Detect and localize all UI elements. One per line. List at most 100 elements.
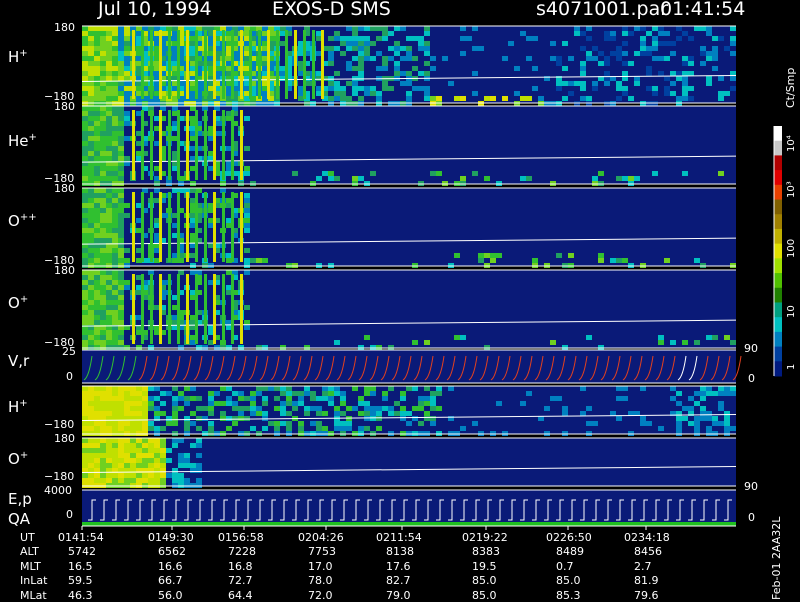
spectrogram-cell [118, 41, 124, 46]
spectrogram-cell [334, 81, 340, 86]
spectrogram-cell [100, 443, 106, 448]
panel-label-vr: V,r [8, 352, 30, 370]
spectrogram-cell [580, 386, 586, 391]
panel-label-h-plus-2: H+ [8, 398, 28, 416]
spectrogram-cell [448, 81, 454, 86]
y-tick: 180 [54, 432, 75, 445]
table-cell: 2.7 [634, 560, 652, 573]
spectrogram-cell [118, 438, 124, 443]
table-cell: 59.5 [68, 574, 93, 587]
spectrogram-cell [82, 193, 88, 198]
spectrogram-cell [610, 31, 616, 36]
spectrogram-cell [94, 46, 100, 51]
panel-label-h-plus: H+ [8, 48, 28, 66]
spectrogram-cell [100, 46, 106, 51]
spectrogram-cell [406, 71, 412, 76]
spectrogram-cell [706, 391, 712, 396]
spectrogram-cell [94, 396, 100, 401]
spectrogram-cell [118, 203, 124, 208]
spectrogram-cell [142, 411, 148, 416]
spectrogram-cell [124, 280, 130, 285]
spectrogram-cell [124, 26, 130, 31]
spectrogram-cell [484, 176, 490, 181]
spectrogram-cell [88, 401, 94, 406]
spectrogram-cell [430, 96, 436, 101]
spectrogram-cell [460, 335, 466, 340]
spectrogram-cell [226, 386, 232, 391]
spectrogram-cell [88, 295, 94, 300]
spectrogram-cell [142, 438, 148, 443]
spectrogram-cell [100, 136, 106, 141]
spectrogram-cell [430, 396, 436, 401]
spectrogram-cell [712, 391, 718, 396]
spectrogram-cell [526, 56, 532, 61]
spectrogram-cell [604, 31, 610, 36]
spectrogram-cell [136, 386, 142, 391]
colorbar-tick: 1 [786, 363, 797, 370]
spectrogram-cell [376, 91, 382, 96]
spectrogram-cell [658, 31, 664, 36]
spectrogram-cell [334, 176, 340, 181]
spectrogram-cell [100, 218, 106, 223]
spectrogram-cell [100, 233, 106, 238]
spectrogram-cell [250, 396, 256, 401]
spectrogram-cell [88, 76, 94, 81]
spectrogram-cell [136, 448, 142, 453]
spectrogram-cell [706, 31, 712, 36]
spectrogram-cell [124, 285, 130, 290]
spectrogram-cell [682, 71, 688, 76]
spectrogram-cell [124, 36, 130, 41]
spectrogram-cell [118, 76, 124, 81]
spectrogram-cell [676, 421, 682, 426]
spectrogram-cell [136, 458, 142, 463]
spectrogram-cell [118, 285, 124, 290]
spectrogram-cell [100, 295, 106, 300]
spectrogram-cell [100, 478, 106, 483]
spectrogram-cell [106, 71, 112, 76]
spectrogram-cell [106, 131, 112, 136]
spectrogram-cell [340, 396, 346, 401]
spectrogram-cell [400, 411, 406, 416]
spectrogram-cell [640, 41, 646, 46]
spin-stripe [141, 274, 144, 344]
spectrogram-cell [118, 458, 124, 463]
spin-stripe [213, 30, 216, 99]
spectrogram-cell [136, 478, 142, 483]
spectrogram-cell [568, 81, 574, 86]
spectrogram-cell [292, 401, 298, 406]
spectrogram-cell [658, 26, 664, 31]
table-cell: 82.7 [386, 574, 411, 587]
colorbar-segment [774, 273, 782, 289]
panel-label-ep: E,p [8, 490, 32, 508]
spectrogram-cell [730, 340, 736, 345]
spectrogram-cell [82, 340, 88, 345]
spectrogram-cell [382, 36, 388, 41]
spectrogram-cell [124, 448, 130, 453]
spectrogram-cell [82, 176, 88, 181]
spectrogram-cell [124, 396, 130, 401]
spectrogram-cell [394, 61, 400, 66]
spectrogram-cell [418, 406, 424, 411]
spin-stripe [159, 30, 162, 99]
spectrogram-cell [94, 248, 100, 253]
spectrogram-cell [154, 438, 160, 443]
spectrogram-cell [700, 61, 706, 66]
spectrogram-cell [694, 340, 700, 345]
spectrogram-cell [160, 401, 166, 406]
spectrogram-cell [700, 26, 706, 31]
spectrogram-cell [166, 421, 172, 426]
spectrogram-cell [394, 401, 400, 406]
spectrogram-cell [424, 96, 430, 101]
spectrogram-cell [700, 406, 706, 411]
spectrogram-cell [274, 426, 280, 431]
spin-stripe [222, 30, 225, 99]
spectrogram-cell [454, 96, 460, 101]
spectrogram-cell [106, 426, 112, 431]
spectrogram-cell [592, 81, 598, 86]
spectrogram-cell [220, 411, 226, 416]
spectrogram-cell [424, 416, 430, 421]
spectrogram-cell [106, 121, 112, 126]
spectrogram-cell [82, 136, 88, 141]
spectrogram-cell [340, 91, 346, 96]
spectrogram-cell [490, 253, 496, 258]
